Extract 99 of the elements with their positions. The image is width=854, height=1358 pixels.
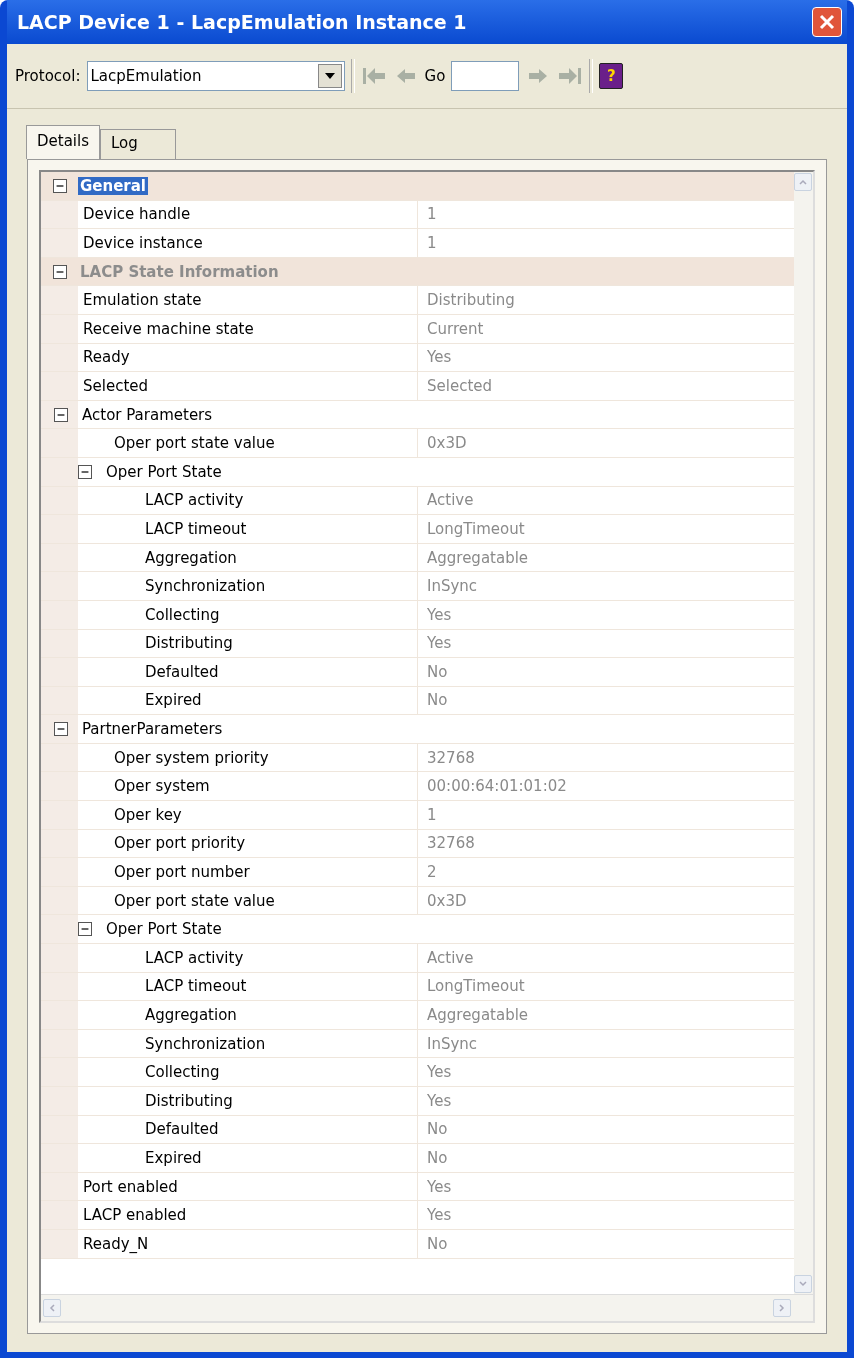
property-value: Yes (427, 1177, 452, 1196)
property-name: Synchronization (145, 577, 266, 596)
chevron-icon (777, 1303, 787, 1313)
property-value: 1 (427, 234, 437, 252)
property-name: Synchronization (145, 1034, 266, 1053)
property-name: Oper port state value (114, 434, 275, 453)
property-value: 32768 (427, 834, 475, 853)
property-name: Aggregation (145, 1006, 237, 1024)
collapse-icon[interactable] (52, 178, 67, 193)
vertical-scrollbar[interactable] (794, 172, 813, 1294)
property-value: 2 (427, 863, 437, 882)
property-name: Distributing (145, 634, 233, 653)
property-value: InSync (427, 1034, 478, 1053)
property-value: No (427, 662, 448, 681)
property-value: 1 (427, 205, 437, 224)
go-label: Go (424, 67, 446, 85)
property-value: Yes (427, 348, 452, 367)
property-name: Oper system priority (114, 748, 269, 767)
tab[interactable]: Log (100, 129, 176, 159)
property-name: Port enabled (83, 1177, 178, 1196)
help-button[interactable]: ? (599, 63, 624, 89)
window-title: LACP Device 1 - LacpEmulation Instance 1 (17, 11, 467, 33)
scroll-down-button[interactable] (794, 1275, 812, 1293)
property-name: Defaulted (145, 662, 219, 681)
caret-icon (324, 73, 335, 79)
property-value: 0x3D (427, 891, 467, 910)
property-name: Oper port number (114, 863, 250, 882)
property-value: Aggregatable (427, 548, 529, 567)
property-value: InSync (427, 577, 478, 596)
collapse-icon[interactable] (78, 464, 92, 479)
group-label: Oper Port State (106, 920, 222, 939)
property-name: Collecting (145, 1063, 220, 1082)
property-value: 00:00:64:01:01:02 (427, 777, 567, 796)
close-icon (819, 14, 835, 30)
tab[interactable]: Details (26, 125, 100, 159)
property-name: Device instance (83, 234, 203, 252)
property-value: LongTimeout (427, 519, 525, 538)
property-name: LACP activity (145, 491, 244, 510)
property-name: LACP enabled (83, 1206, 187, 1225)
property-value: Current (427, 319, 484, 338)
scroll-right-button[interactable] (773, 1299, 791, 1317)
close-button[interactable] (812, 7, 842, 37)
property-name: Ready (83, 348, 130, 367)
group-label: Actor Parameters (82, 405, 213, 424)
group-label: PartnerParameters (82, 720, 223, 739)
chevron-icon (47, 1303, 57, 1313)
protocol-label: Protocol: (15, 67, 81, 85)
property-value: No (427, 691, 448, 710)
scroll-left-button[interactable] (43, 1299, 61, 1317)
property-name: Collecting (145, 605, 220, 624)
category-title: General (78, 176, 148, 195)
property-value: Yes (427, 605, 452, 624)
category-row[interactable]: General (41, 172, 794, 201)
property-name: Selected (83, 376, 149, 395)
property-name: Aggregation (145, 548, 237, 567)
property-name: Oper port priority (114, 834, 246, 853)
property-value: Selected (427, 376, 493, 395)
property-name: Distributing (145, 1091, 233, 1110)
property-value: Yes (427, 1063, 452, 1082)
property-value: Active (427, 948, 474, 967)
property-name: Emulation state (83, 291, 202, 310)
first-arrow-icon[interactable] (360, 65, 387, 87)
property-value: No (427, 1149, 448, 1167)
property-name: Oper system (114, 777, 210, 796)
group-label: Oper Port State (106, 462, 222, 481)
property-name: LACP activity (145, 948, 244, 967)
scroll-up-button[interactable] (794, 173, 812, 191)
property-value: No (427, 1120, 448, 1139)
property-value: Active (427, 491, 474, 510)
go-input-field[interactable] (451, 61, 520, 91)
property-value: Yes (427, 634, 452, 653)
property-value: 1 (427, 805, 437, 824)
property-name: Oper port state value (114, 891, 275, 910)
property-name: Oper key (114, 805, 182, 824)
property-value: 0x3D (427, 434, 467, 453)
last-arrow-icon[interactable] (557, 65, 584, 87)
property-value: No (427, 1234, 448, 1253)
protocol-dropdown[interactable]: LacpEmulation (86, 61, 345, 91)
chevron-icon (798, 1279, 808, 1289)
category-title: LACP State Information (79, 262, 280, 281)
collapse-icon[interactable] (78, 922, 92, 937)
property-value: Yes (427, 1206, 452, 1225)
chevron-icon (798, 177, 808, 187)
property-value: Yes (427, 1091, 452, 1110)
property-name: LACP timeout (145, 519, 247, 538)
property-name: LACP timeout (145, 977, 247, 996)
collapse-icon[interactable] (54, 722, 68, 737)
property-value: Aggregatable (427, 1006, 529, 1024)
property-name: Device handle (83, 205, 191, 224)
property-name: Ready_N (83, 1234, 149, 1253)
collapse-icon[interactable] (52, 264, 67, 279)
property-name: Defaulted (145, 1120, 219, 1139)
property-value: LongTimeout (427, 977, 525, 996)
property-name: Expired (145, 1149, 202, 1167)
horizontal-scrollbar[interactable] (41, 1294, 813, 1321)
property-name: Expired (145, 691, 202, 710)
property-name: Receive machine state (83, 319, 254, 338)
property-value: 32768 (427, 748, 475, 767)
property-value: Distributing (427, 291, 515, 310)
